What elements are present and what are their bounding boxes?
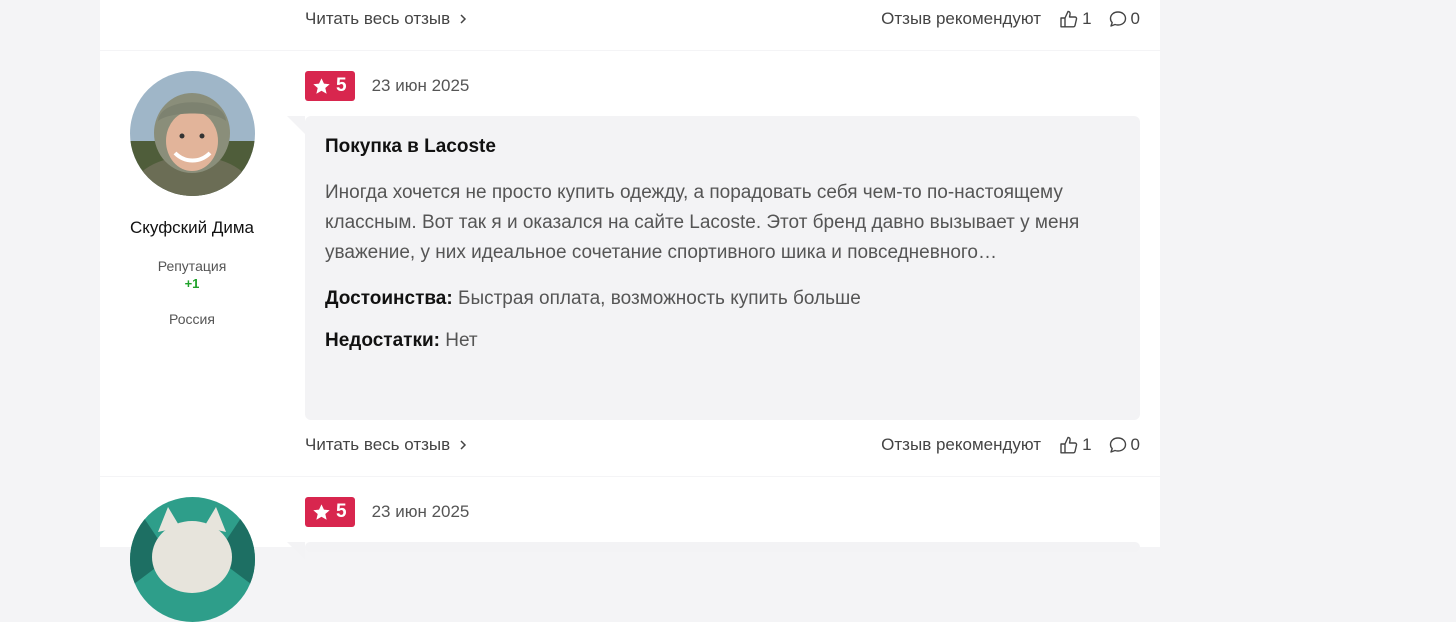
review-cons: Недостатки: Нет: [325, 330, 1120, 352]
comment-icon: [1109, 11, 1126, 27]
reputation-value: +1: [184, 276, 200, 291]
avatar-image: [129, 497, 255, 622]
rating-badge: 5: [305, 71, 355, 101]
review-card-next: 5 23 июн 2025: [100, 477, 1160, 622]
bubble-tail: [287, 116, 305, 134]
cons-label: Недостатки:: [325, 330, 440, 351]
reputation-label: Репутация: [157, 258, 227, 274]
review-meta: 5 23 июн 2025: [305, 71, 469, 101]
like-button[interactable]: 1: [1059, 9, 1092, 29]
comment-count: 0: [1130, 9, 1140, 28]
review-author: Скуфский Дима Репутация +1 Россия: [100, 71, 284, 327]
avatar[interactable]: [129, 497, 255, 622]
review-actions: Отзыв рекомендуют 1 0: [881, 9, 1140, 29]
pros-label: Достоинства:: [325, 288, 453, 309]
review-body: [287, 542, 1140, 560]
star-icon: [313, 77, 330, 94]
review-author: [100, 497, 284, 622]
read-more-label: Читать весь отзыв: [305, 435, 451, 454]
review-date: 23 июн 2025: [371, 502, 470, 521]
rating-value: 5: [336, 75, 347, 96]
review-footer: Читать весь отзыв Отзыв рекомендуют 1 0: [305, 433, 1140, 457]
recommend-label: Отзыв рекомендуют: [881, 435, 1042, 454]
author-name[interactable]: Скуфский Дима: [100, 218, 284, 238]
read-more-label: Читать весь отзыв: [305, 9, 451, 28]
rating-value: 5: [336, 501, 347, 522]
star-icon: [313, 503, 330, 520]
like-count: 1: [1082, 9, 1092, 28]
comments-button[interactable]: 0: [1108, 9, 1140, 29]
like-button[interactable]: 1: [1059, 435, 1092, 455]
review-card-previous: Читать весь отзыв Отзыв рекомендуют 1 0: [100, 0, 1160, 50]
review-meta: 5 23 июн 2025: [305, 497, 469, 527]
review-title[interactable]: Покупка в Lacoste: [325, 136, 1120, 158]
bubble-tail: [287, 542, 305, 560]
review-pros: Достоинства: Быстрая оплата, возможность…: [325, 288, 1120, 310]
chevron-right-icon: [460, 440, 467, 450]
review-date: 23 июн 2025: [371, 76, 470, 95]
review-actions: Отзыв рекомендуют 1 0: [881, 435, 1140, 455]
comment-icon: [1109, 437, 1126, 453]
author-country: Россия: [169, 311, 215, 327]
read-full-review-link[interactable]: Читать весь отзыв: [305, 435, 468, 455]
comment-count: 0: [1130, 435, 1140, 454]
review-text: Иногда хочется не просто купить одежду, …: [325, 182, 1080, 263]
like-count: 1: [1082, 435, 1092, 454]
chevron-right-icon: [460, 14, 467, 24]
review-footer: Читать весь отзыв Отзыв рекомендуют 1 0: [305, 7, 1140, 31]
review-body: Покупка в Lacoste Иногда хочется не прос…: [287, 116, 1140, 420]
avatar[interactable]: [129, 71, 255, 196]
avatar-photo: [129, 71, 255, 196]
cons-text: Нет: [445, 330, 478, 351]
comments-button[interactable]: 0: [1108, 435, 1140, 455]
review-card: Скуфский Дима Репутация +1 Россия 5 23 и…: [100, 51, 1160, 476]
pros-text: Быстрая оплата, возможность купить больш…: [457, 288, 861, 309]
rating-badge: 5: [305, 497, 355, 527]
read-full-review-link[interactable]: Читать весь отзыв: [305, 9, 468, 29]
thumbs-up-icon: [1060, 436, 1078, 454]
recommend-label: Отзыв рекомендуют: [881, 9, 1042, 28]
thumbs-up-icon: [1060, 10, 1078, 28]
